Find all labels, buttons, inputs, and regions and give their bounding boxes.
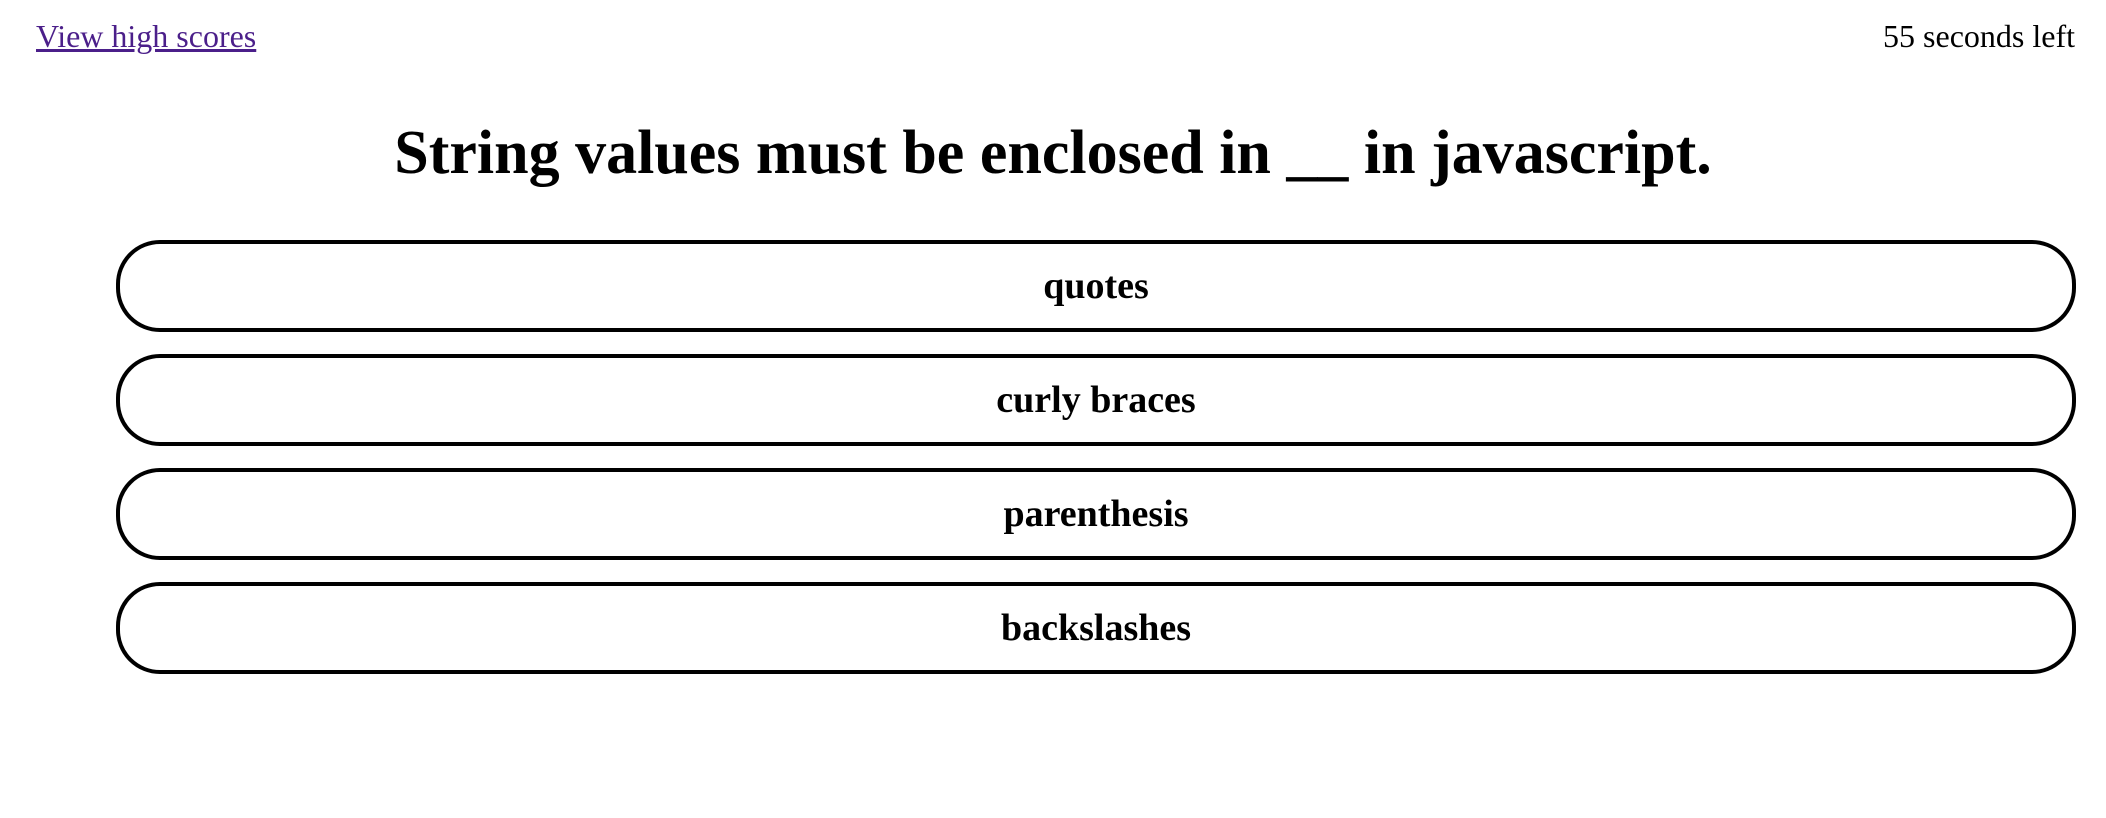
answer-button-parenthesis[interactable]: parenthesis: [116, 468, 2076, 560]
answer-button-quotes[interactable]: quotes: [116, 240, 2076, 332]
question-title: String values must be enclosed in __ in …: [394, 119, 1712, 187]
view-high-scores-link[interactable]: View high scores: [36, 18, 256, 55]
top-bar: View high scores 55 seconds left: [0, 0, 2106, 80]
answer-button-backslashes[interactable]: backslashes: [116, 582, 2076, 674]
countdown-timer: 55 seconds left: [1883, 18, 2075, 54]
answer-button-curly-braces[interactable]: curly braces: [116, 354, 2076, 446]
answer-list: quotes curly braces parenthesis backslas…: [116, 240, 2076, 696]
